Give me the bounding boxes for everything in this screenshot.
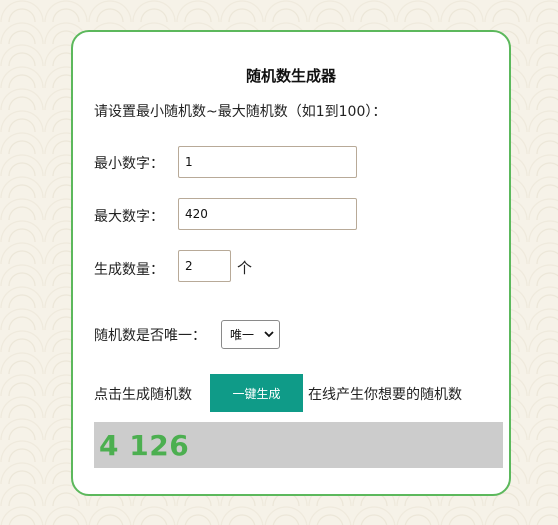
generate-description-text: 在线产生你想要的随机数	[308, 387, 462, 403]
count-unit-label: 个	[237, 259, 253, 277]
min-number-label: 最小数字：	[94, 156, 164, 172]
generator-card: 随机数生成器 请设置最小随机数~最大随机数（如1到100）： 最小数字： 最大数…	[71, 30, 511, 496]
unique-select[interactable]: 唯一	[221, 320, 280, 349]
unique-label: 随机数是否唯一：	[94, 328, 206, 344]
unique-select-value: 唯一	[230, 328, 255, 342]
chevron-down-icon	[264, 331, 274, 338]
generate-button[interactable]: 一键生成	[210, 374, 303, 412]
max-number-label: 最大数字：	[94, 209, 164, 225]
count-label: 生成数量：	[94, 262, 164, 278]
instruction-text: 请设置最小随机数~最大随机数（如1到100）：	[94, 104, 387, 120]
count-input[interactable]	[178, 250, 231, 282]
generate-prompt-text: 点击生成随机数	[94, 387, 192, 403]
page-title: 随机数生成器	[245, 67, 336, 85]
result-display: 4 126	[94, 422, 503, 468]
max-number-input[interactable]	[178, 198, 357, 230]
min-number-input[interactable]	[178, 146, 357, 178]
